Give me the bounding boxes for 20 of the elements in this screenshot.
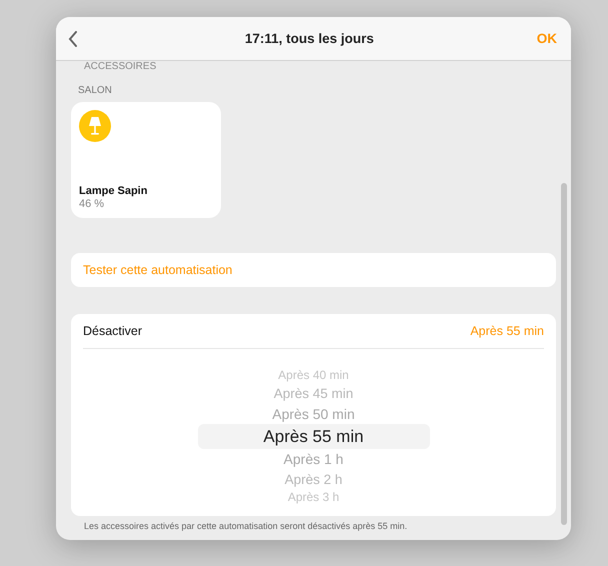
accessory-tile[interactable]: Lampe Sapin 46 % [71,102,221,218]
deactivate-value[interactable]: Après 55 min [470,324,544,338]
ok-button[interactable]: OK [536,31,557,46]
picker-option[interactable]: Après 50 min [272,404,355,424]
section-label: ACCESSOIRES [84,61,158,72]
picker-option[interactable]: Après 55 min [198,424,430,450]
picker-option[interactable]: Après 2 h [284,470,342,490]
picker-option[interactable]: Après 40 min [278,367,349,384]
picker-option[interactable]: Après 3 h [288,489,340,506]
accessory-status: 46 % [79,198,106,210]
deactivate-label: Désactiver [83,324,142,338]
back-chevron-icon [68,30,78,46]
accessory-name: Lampe Sapin [79,185,148,197]
picker-option[interactable]: Après 45 min [274,384,354,404]
dialog-title: 17:11, tous les jours [244,31,374,46]
room-label: SALON [78,85,113,97]
test-automation-button[interactable]: Tester cette automatisation [71,253,556,287]
scrollbar[interactable] [561,183,567,525]
footnote: Les accessoires activés par cette automatisation seront désactivés après 55 min. [84,521,408,531]
picker-option[interactable]: Après 1 h [284,449,344,470]
